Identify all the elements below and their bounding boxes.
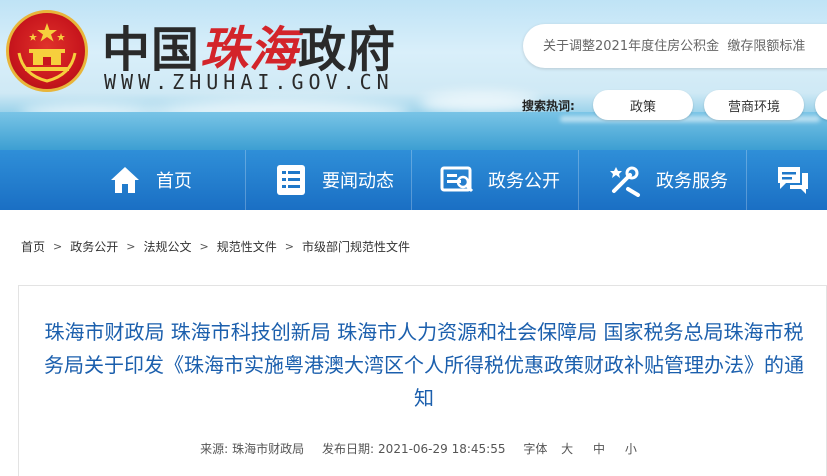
chevron-right-icon: >	[53, 240, 63, 253]
font-size-large-button[interactable]: 大	[561, 442, 573, 456]
breadcrumb-item[interactable]: 首页	[21, 238, 45, 255]
article-meta: 来源: 珠海市财政局 发布日期: 2021-06-29 18:45:55 字体 大 …	[19, 440, 827, 457]
nav-item-news[interactable]: 要闻动态	[274, 150, 394, 210]
search-box[interactable]	[523, 24, 827, 68]
national-emblem-icon	[6, 10, 88, 92]
site-header: 中国珠海政府 WWW.ZHUHAI.GOV.CN 搜索热词: 政策 营商环境	[0, 0, 827, 150]
font-size-small-button[interactable]: 小	[625, 442, 637, 456]
chevron-right-icon: >	[284, 240, 294, 253]
chat-icon	[778, 167, 808, 194]
main-nav: 首页 要闻动态 政务公开 政务服务	[0, 150, 827, 210]
article-title: 珠海市财政局 珠海市科技创新局 珠海市人力资源和社会保障局 国家税务总局珠海市税…	[44, 320, 804, 410]
site-domain: WWW.ZHUHAI.GOV.CN	[104, 70, 394, 94]
service-tools-icon	[610, 166, 640, 197]
chevron-right-icon: >	[126, 240, 136, 253]
nav-divider	[245, 150, 246, 210]
nav-item-interaction[interactable]	[776, 150, 824, 210]
source-value: 珠海市财政局	[232, 442, 305, 456]
open-info-icon	[440, 166, 474, 193]
breadcrumb: 首页 > 政务公开 > 法规公文 > 规范性文件 > 市级部门规范性文件	[21, 238, 410, 255]
breadcrumb-item[interactable]: 规范性文件	[217, 238, 277, 255]
nav-divider	[746, 150, 747, 210]
article-card: 珠海市财政局 珠海市科技创新局 珠海市人力资源和社会保障局 国家税务总局珠海市税…	[18, 285, 827, 476]
nav-item-gov-services[interactable]: 政务服务	[608, 150, 728, 210]
search-input[interactable]	[523, 24, 827, 68]
nav-item-label: 要闻动态	[322, 171, 394, 192]
nav-divider	[411, 150, 412, 210]
nav-item-gov-affairs-open[interactable]: 政务公开	[440, 150, 560, 210]
chevron-right-icon: >	[199, 240, 209, 253]
source-label: 来源:	[200, 442, 229, 456]
breadcrumb-item[interactable]: 政务公开	[70, 238, 118, 255]
nav-item-home[interactable]: 首页	[108, 150, 192, 210]
nav-item-label: 首页	[156, 171, 192, 192]
nav-divider	[578, 150, 579, 210]
date-value: 2021-06-29 18:45:55	[378, 442, 506, 456]
breadcrumb-item[interactable]: 市级部门规范性文件	[302, 238, 410, 255]
date-label: 发布日期:	[322, 442, 375, 456]
hot-tag-business-environment[interactable]: 营商环境	[704, 90, 804, 120]
hot-tag-policy[interactable]: 政策	[593, 90, 693, 120]
breadcrumb-item[interactable]: 法规公文	[143, 238, 191, 255]
list-icon	[277, 165, 305, 195]
nav-item-label: 政务服务	[656, 171, 728, 192]
font-size-label: 字体	[523, 442, 548, 456]
font-size-medium-button[interactable]: 中	[593, 442, 605, 456]
hot-search-label: 搜索热词:	[522, 99, 575, 113]
nav-item-label: 政务公开	[488, 171, 560, 192]
home-icon	[111, 167, 139, 193]
